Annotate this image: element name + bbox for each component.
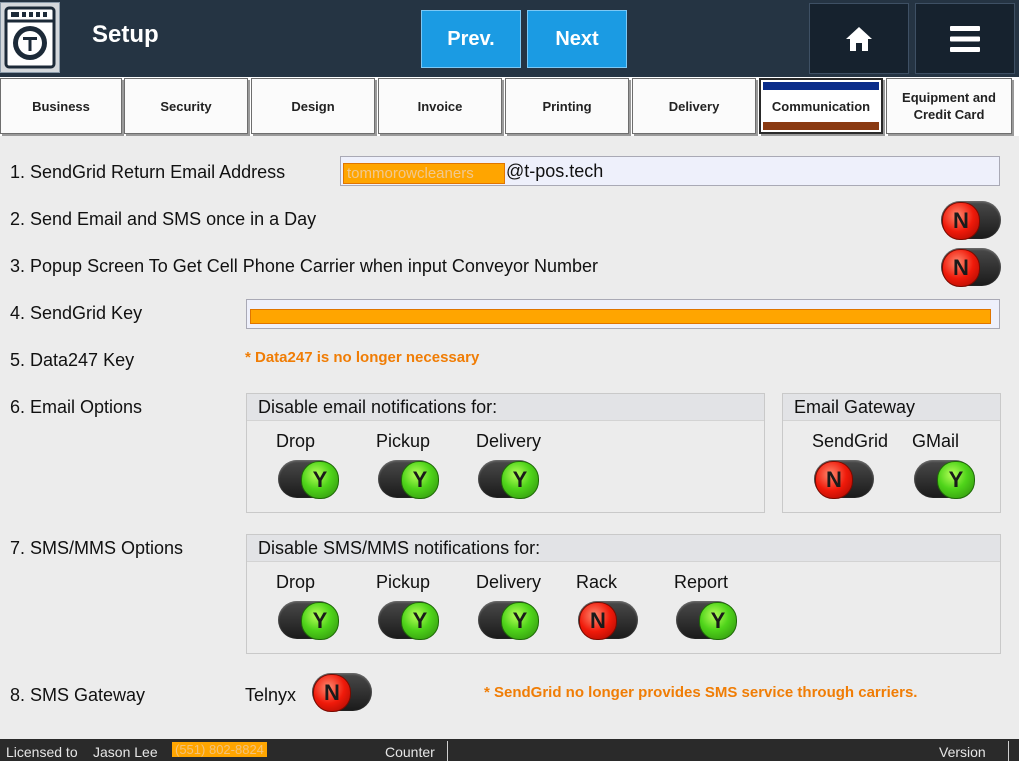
data247-key-label: 5. Data247 Key [10,350,135,370]
toggle-knob: Y [501,602,539,640]
once-a-day-label: 2. Send Email and SMS once in a Day [10,209,317,229]
tab-invoice[interactable]: Invoice [378,78,502,134]
toggle-knob: Y [301,461,339,499]
status-divider [1008,741,1009,761]
sms-report-label: Report [674,572,729,592]
sms-rack-toggle[interactable]: N [578,601,638,640]
email-disable-header: Disable email notifications for: [247,394,764,421]
email-drop-label: Drop [276,431,316,451]
toggle-knob: Y [301,602,339,640]
toggle-knob: N [942,249,980,287]
toggle-knob: Y [401,602,439,640]
popup-carrier-toggle[interactable]: N [941,248,1001,287]
once-a-day-toggle[interactable]: N [941,201,1001,240]
tab-delivery[interactable]: Delivery [632,78,756,134]
redacted-sendgrid-key [250,309,991,324]
sms-gateway-label: 8. SMS Gateway [10,685,146,705]
status-divider [447,741,448,761]
email-pickup-toggle[interactable]: Y [378,460,439,499]
tab-printing[interactable]: Printing [505,78,629,134]
tab-communication[interactable]: Communication [759,78,883,134]
status-bar: Licensed to Jason Lee (551) 802-8824 Cou… [0,739,1019,761]
gateway-sendgrid-toggle[interactable]: N [814,460,874,499]
toggle-knob: N [815,461,853,499]
tab-security[interactable]: Security [124,78,248,134]
toggle-knob: Y [699,602,737,640]
toggle-knob: N [313,674,351,712]
app-header: Setup Prev. Next [0,0,1019,77]
email-pickup-label: Pickup [376,431,431,451]
sms-gateway-provider: Telnyx [245,685,297,705]
sms-disable-header: Disable SMS/MMS notifications for: [247,535,1000,562]
redacted-phone: (551) 802-8824 [172,742,267,757]
washing-machine-logo-icon [0,2,60,73]
return-email-input[interactable]: tommorowcleaners @t-pos.tech [340,156,1000,186]
counter-label: Counter [385,744,435,760]
toggle-knob: N [942,202,980,240]
active-tab-bottom-bar [763,122,879,130]
sms-gateway-toggle[interactable]: N [312,673,372,712]
sms-gateway-note: * SendGrid no longer provides SMS servic… [484,684,918,701]
gateway-gmail-toggle[interactable]: Y [914,460,975,499]
page-title: Setup [92,21,159,48]
toggle-knob: Y [401,461,439,499]
email-options-label: 6. Email Options [10,397,143,417]
email-drop-toggle[interactable]: Y [278,460,339,499]
hamburger-menu-icon [950,25,980,52]
home-icon [846,26,872,51]
data247-note: * Data247 is no longer necessary [245,349,480,366]
redacted-email-user: tommorowcleaners [343,163,505,184]
sms-drop-label: Drop [276,572,316,592]
active-tab-top-bar [763,82,879,90]
home-button[interactable] [809,3,909,74]
sms-drop-toggle[interactable]: Y [278,601,339,640]
sms-delivery-label: Delivery [476,572,542,592]
sendgrid-key-input[interactable] [246,299,1000,329]
sms-pickup-label: Pickup [376,572,431,592]
gateway-sendgrid-label: SendGrid [812,431,889,451]
prev-button[interactable]: Prev. [421,10,521,68]
version-label: Version [939,744,986,760]
email-gateway-header: Email Gateway [783,394,1000,421]
sendgrid-key-label: 4. SendGrid Key [10,303,143,323]
sms-pickup-toggle[interactable]: Y [378,601,439,640]
toggle-knob: N [579,602,617,640]
tab-design[interactable]: Design [251,78,375,134]
sms-disable-group: Disable SMS/MMS notifications for: Drop … [246,534,1001,654]
return-email-label: 1. SendGrid Return Email Address [10,162,286,182]
popup-carrier-label: 3. Popup Screen To Get Cell Phone Carrie… [10,256,598,276]
setup-tab-bar: Business Security Design Invoice Printin… [0,77,1019,136]
toggle-knob: Y [501,461,539,499]
email-disable-group: Disable email notifications for: Drop Y … [246,393,765,513]
sms-delivery-toggle[interactable]: Y [478,601,539,640]
email-delivery-label: Delivery [476,431,542,451]
next-button[interactable]: Next [527,10,627,68]
tab-equipment-credit-card[interactable]: Equipment and Credit Card [886,78,1012,134]
gateway-gmail-label: GMail [912,431,960,451]
menu-button[interactable] [915,3,1015,74]
sms-options-label: 7. SMS/MMS Options [10,538,184,558]
toggle-knob: Y [937,461,975,499]
sms-rack-label: Rack [576,572,618,592]
licensed-to-label: Licensed to [6,744,78,760]
licensee-name: Jason Lee [93,744,158,760]
email-domain-text: @t-pos.tech [506,161,604,181]
sms-report-toggle[interactable]: Y [676,601,737,640]
email-delivery-toggle[interactable]: Y [478,460,539,499]
tab-business[interactable]: Business [0,78,122,134]
email-gateway-group: Email Gateway SendGrid N GMail Y [782,393,1001,513]
